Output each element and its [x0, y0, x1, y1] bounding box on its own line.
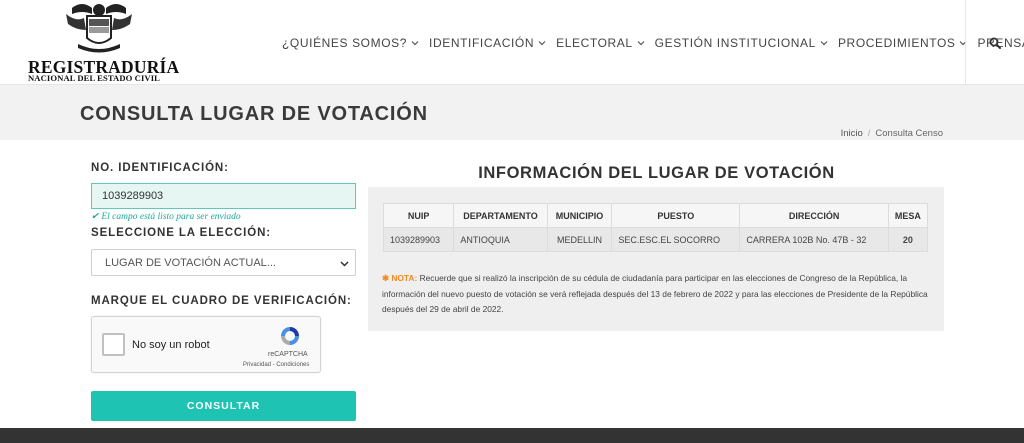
nav-item-label: ¿QUIÉNES SOMOS? [282, 36, 408, 50]
nav-item-label: IDENTIFICACIÓN [429, 36, 535, 50]
recaptcha-logo-icon [281, 327, 299, 345]
consultar-button[interactable]: CONSULTAR [91, 391, 356, 421]
election-select-value: LUGAR DE VOTACIÓN ACTUAL... [105, 256, 276, 269]
cell-nuip: 1039289903 [382, 227, 455, 252]
validation-hint: ✔ El campo está listo para ser enviado [91, 212, 241, 222]
table-row: 1039289903 ANTIOQUIA MEDELLIN SEC.ESC.EL… [382, 227, 929, 252]
nav-item-identificacion[interactable]: IDENTIFICACIÓN [429, 36, 546, 50]
col-municipio: MUNICIPIO [546, 203, 613, 228]
election-select[interactable]: LUGAR DE VOTACIÓN ACTUAL... [91, 249, 356, 276]
note-text: Recuerde que si realizó la inscripción d… [382, 273, 928, 314]
cell-municipio: MEDELLIN [546, 227, 613, 252]
note-tag: ✱ NOTA: [382, 273, 418, 283]
info-note: ✱ NOTA: Recuerde que si realizó la inscr… [382, 271, 932, 318]
page-title: CONSULTA LUGAR DE VOTACIÓN [80, 103, 428, 125]
chevron-down-icon [538, 41, 546, 46]
chevron-down-icon [411, 41, 419, 46]
breadcrumb-current: Consulta Censo [875, 128, 943, 139]
registraduria-logo[interactable]: REGISTRADURÍA NACIONAL DEL ESTADO CIVIL [24, 0, 179, 85]
cell-mesa: 20 [887, 227, 929, 252]
info-panel: NUIP DEPARTAMENTO MUNICIPIO PUESTO DIREC… [368, 187, 944, 331]
search-button[interactable] [965, 0, 1024, 85]
nav-item-electoral[interactable]: ELECTORAL [556, 36, 645, 50]
recaptcha-widget: No soy un robot reCAPTCHA Privacidad - C… [91, 316, 321, 373]
col-mesa: MESA [887, 203, 929, 228]
nav-item-gestion-institucional[interactable]: GESTIÓN INSTITUCIONAL [655, 36, 828, 50]
chevron-down-icon [340, 261, 349, 267]
nav-item-procedimientos[interactable]: PROCEDIMIENTOS [838, 36, 968, 50]
footer-bar [0, 428, 1024, 443]
results-table: NUIP DEPARTAMENTO MUNICIPIO PUESTO DIREC… [382, 203, 929, 252]
nav-item-quienes-somos[interactable]: ¿QUIÉNES SOMOS? [282, 36, 419, 50]
info-title: INFORMACIÓN DEL LUGAR DE VOTACIÓN [478, 164, 835, 182]
table-header-row: NUIP DEPARTAMENTO MUNICIPIO PUESTO DIREC… [382, 203, 929, 228]
id-input[interactable] [91, 183, 356, 209]
recaptcha-links[interactable]: Privacidad - Condiciones [243, 362, 309, 368]
main-nav: ¿QUIÉNES SOMOS? IDENTIFICACIÓN ELECTORAL… [282, 36, 1024, 50]
breadcrumb-separator: / [867, 128, 871, 139]
captcha-label: MARQUE EL CUADRO DE VERIFICACIÓN: [91, 295, 352, 307]
cell-departamento: ANTIOQUIA [453, 227, 548, 252]
chevron-down-icon [637, 41, 645, 46]
site-header: REGISTRADURÍA NACIONAL DEL ESTADO CIVIL … [0, 0, 1024, 85]
nav-item-label: GESTIÓN INSTITUCIONAL [654, 36, 816, 50]
col-nuip: NUIP [382, 203, 455, 228]
cell-direccion: CARRERA 102B No. 47B - 32 [739, 227, 889, 252]
col-puesto: PUESTO [611, 203, 741, 228]
nav-item-label: ELECTORAL [556, 36, 633, 50]
recaptcha-text: No soy un robot [132, 339, 210, 351]
brand-subtitle: NACIONAL DEL ESTADO CIVIL [28, 73, 160, 83]
recaptcha-brand: reCAPTCHA [268, 351, 308, 358]
chevron-down-icon [820, 41, 828, 46]
nav-item-label: PROCEDIMIENTOS [837, 36, 956, 50]
col-departamento: DEPARTAMENTO [453, 203, 548, 228]
recaptcha-checkbox[interactable] [102, 333, 125, 356]
search-icon [989, 37, 1001, 49]
col-direccion: DIRECCIÓN [739, 203, 889, 228]
breadcrumb: Inicio / Consulta Censo [841, 128, 943, 139]
cell-puesto: SEC.ESC.EL SOCORRO [611, 227, 741, 252]
election-label: SELECCIONE LA ELECCIÓN: [91, 227, 272, 239]
coat-of-arms-icon [66, 4, 132, 53]
id-label: NO. IDENTIFICACIÓN: [91, 162, 229, 174]
breadcrumb-home-link[interactable]: Inicio [841, 128, 863, 139]
